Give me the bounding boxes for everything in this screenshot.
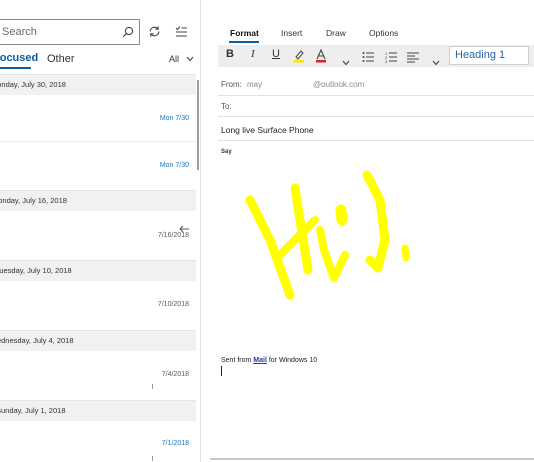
svg-text:3: 3 — [385, 59, 388, 63]
to-field[interactable] — [240, 98, 530, 114]
style-dropdown-value: Heading 1 — [455, 49, 506, 61]
tab-draw[interactable]: Draw — [326, 28, 346, 38]
date-header: Monday, July 30, 2018 — [0, 74, 196, 95]
highlight-icon[interactable] — [293, 49, 305, 68]
from-domain[interactable]: @outlook.com — [313, 80, 364, 89]
ink-drawing — [240, 160, 420, 315]
tab-options[interactable]: Options — [369, 28, 398, 38]
select-mode-icon[interactable] — [175, 25, 188, 43]
sync-icon[interactable] — [148, 25, 161, 43]
filter-dropdown[interactable]: All — [169, 54, 194, 64]
tick-mark — [152, 384, 153, 389]
signature: Sent from Mail for Windows 10 — [221, 357, 317, 364]
message-date: Mon 7/30 — [159, 115, 189, 122]
tab-insert[interactable]: Insert — [281, 28, 302, 38]
search-icon[interactable] — [122, 25, 134, 43]
filter-label: All — [169, 54, 180, 64]
list-item[interactable]: 7/16/2018 — [0, 211, 196, 260]
date-header: Wednesday, July 4, 2018 — [0, 330, 196, 351]
chevron-down-icon[interactable] — [342, 53, 350, 71]
align-icon[interactable] — [407, 50, 419, 68]
to-divider — [218, 116, 534, 117]
message-list-pane: Search Focused Other All Monday, July 30… — [0, 0, 200, 462]
tab-format-underline — [229, 41, 259, 43]
message-date: 7/10/2018 — [157, 301, 189, 308]
message-date: 7/4/2018 — [161, 371, 189, 378]
from-name[interactable]: may — [247, 80, 262, 89]
date-header: Monday, July 16, 2018 — [0, 190, 196, 211]
font-color-icon[interactable] — [315, 48, 327, 68]
tab-focused[interactable]: Focused — [0, 52, 38, 64]
list-item[interactable]: 7/10/2018 — [0, 281, 196, 330]
tick-mark — [152, 456, 153, 461]
body-text: Say — [221, 149, 232, 155]
bold-button[interactable]: B — [226, 48, 234, 60]
message-date: 7/16/2018 — [157, 232, 189, 239]
mail-link[interactable]: Mail — [253, 357, 267, 364]
message-date: 7/1/2018 — [161, 440, 189, 447]
tab-focused-underline — [0, 67, 31, 69]
message-date: Mon 7/30 — [159, 162, 189, 169]
signature-prefix: Sent from — [221, 357, 254, 364]
numbering-icon[interactable]: 123 — [385, 50, 397, 68]
italic-button[interactable]: I — [251, 48, 255, 60]
horizontal-scrollbar[interactable] — [210, 458, 534, 460]
date-header: Sunday, July 1, 2018 — [0, 400, 196, 421]
chevron-down-icon — [186, 54, 194, 64]
signature-suffix: for Windows 10 — [266, 357, 318, 364]
subject-field[interactable]: Long live Surface Phone — [221, 125, 314, 135]
from-label: From: — [221, 80, 242, 89]
chevron-down-icon[interactable] — [432, 53, 440, 71]
pane-divider — [200, 0, 201, 462]
search-placeholder: Search — [2, 26, 37, 38]
underline-button[interactable]: U — [272, 48, 280, 60]
bullets-icon[interactable] — [362, 50, 374, 68]
list-item[interactable]: 7/4/2018 — [0, 351, 196, 400]
list-item[interactable]: Mon 7/30 — [0, 95, 196, 141]
text-cursor — [221, 366, 222, 376]
to-label: To: — [221, 102, 232, 111]
tab-other[interactable]: Other — [47, 53, 75, 65]
list-item[interactable]: 7/1/2018 — [0, 421, 196, 462]
list-scrollbar[interactable] — [197, 80, 199, 170]
tab-format[interactable]: Format — [230, 28, 259, 38]
from-divider — [218, 95, 534, 96]
subject-divider — [218, 140, 534, 141]
date-header: Tuesday, July 10, 2018 — [0, 260, 196, 281]
list-item[interactable]: Mon 7/30 — [0, 142, 196, 190]
